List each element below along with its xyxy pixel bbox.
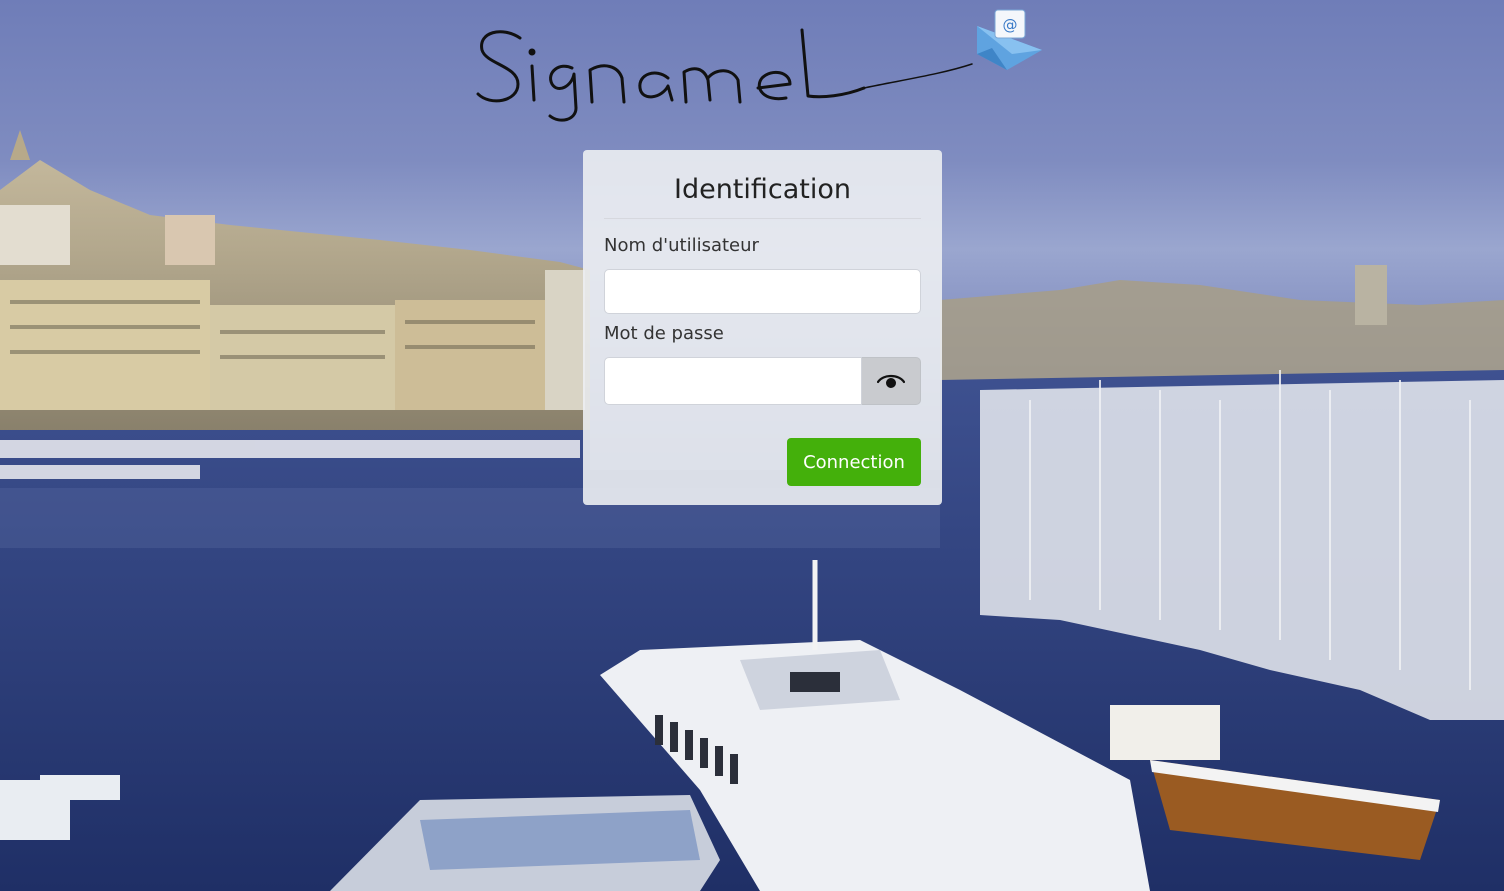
login-title: Identification bbox=[673, 174, 852, 205]
username-label: Nom d'utilisateur bbox=[604, 235, 759, 256]
envelope-at-icon: @ bbox=[977, 9, 1042, 70]
svg-text:@: @ bbox=[1003, 16, 1018, 34]
connection-button[interactable]: Connection bbox=[787, 438, 921, 486]
login-screen: @ Identification Nom d'utilisateur Mot d… bbox=[0, 0, 1504, 891]
eye-icon bbox=[877, 374, 905, 388]
password-label: Mot de passe bbox=[604, 323, 724, 344]
form-actions: Connection bbox=[604, 438, 921, 486]
title-divider bbox=[604, 218, 921, 219]
signamel-logo: @ bbox=[472, 8, 1052, 128]
password-group bbox=[604, 357, 921, 405]
login-form: Identification Nom d'utilisateur Mot de … bbox=[583, 150, 942, 505]
password-input[interactable] bbox=[604, 357, 862, 405]
toggle-password-visibility-button[interactable] bbox=[862, 357, 921, 405]
username-input[interactable] bbox=[604, 269, 921, 314]
